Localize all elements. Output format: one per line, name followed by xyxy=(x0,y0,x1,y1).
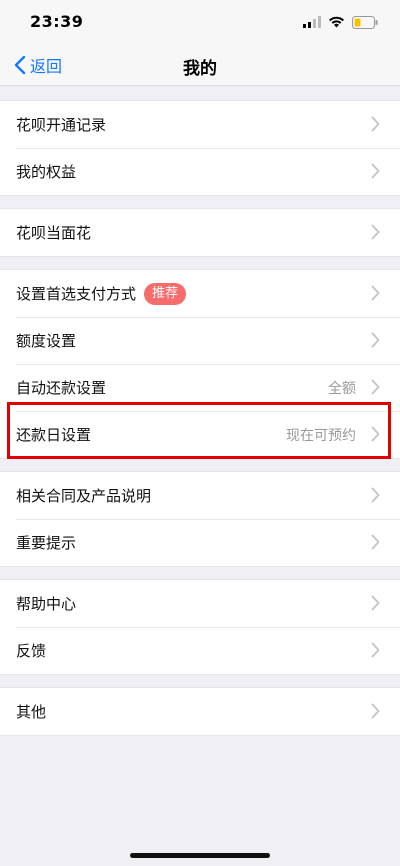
list-item-label: 重要提示 xyxy=(16,534,77,552)
chevron-right-icon xyxy=(371,379,380,395)
list-item-label: 设置首选支付方式 xyxy=(16,285,137,303)
settings-group: 相关合同及产品说明 重要提示 xyxy=(0,471,400,567)
recommend-badge: 推荐 xyxy=(144,282,187,305)
list-item-label: 相关合同及产品说明 xyxy=(16,487,152,505)
page-title: 我的 xyxy=(183,59,217,79)
chevron-right-icon xyxy=(371,426,380,442)
chevron-right-icon xyxy=(371,534,380,550)
chevron-right-icon xyxy=(371,285,380,301)
navigation-bar: 返回 我的 xyxy=(0,44,400,86)
settings-list: 花呗开通记录 我的权益 花呗当面花 设置首选支付方式 推荐 额度设置 自动还款设… xyxy=(0,100,400,748)
wifi-icon xyxy=(329,16,344,28)
list-item-auto-repay[interactable]: 自动还款设置 全额 xyxy=(0,364,400,411)
list-item-label: 我的权益 xyxy=(16,163,77,181)
status-time: 23:39 xyxy=(30,12,84,31)
chevron-right-icon xyxy=(371,163,380,179)
chevron-right-icon xyxy=(371,332,380,348)
list-item-preferred-payment[interactable]: 设置首选支付方式 推荐 xyxy=(0,270,400,317)
status-bar: 23:39 xyxy=(0,0,400,44)
list-item-contracts[interactable]: 相关合同及产品说明 xyxy=(0,472,400,519)
list-item-label: 自动还款设置 xyxy=(16,379,107,397)
list-item-other[interactable]: 其他 xyxy=(0,688,400,735)
list-item-label: 其他 xyxy=(16,703,47,721)
settings-group: 设置首选支付方式 推荐 额度设置 自动还款设置 全额 还款日设置 现在可预约 xyxy=(0,269,400,459)
list-item-value: 全额 xyxy=(328,380,356,397)
chevron-right-icon xyxy=(371,116,380,132)
settings-group: 花呗开通记录 我的权益 xyxy=(0,100,400,196)
list-item-label: 还款日设置 xyxy=(16,426,92,444)
list-item-label: 花呗开通记录 xyxy=(16,116,107,134)
cellular-signal-icon xyxy=(303,16,321,28)
list-item-my-benefits[interactable]: 我的权益 xyxy=(0,148,400,195)
chevron-right-icon xyxy=(371,642,380,658)
settings-group: 帮助中心 反馈 xyxy=(0,579,400,675)
chevron-right-icon xyxy=(371,487,380,503)
status-icons xyxy=(303,14,378,30)
settings-group: 花呗当面花 xyxy=(0,208,400,257)
list-item-huabei-open-record[interactable]: 花呗开通记录 xyxy=(0,101,400,148)
settings-group: 其他 xyxy=(0,687,400,736)
chevron-right-icon xyxy=(371,703,380,719)
list-item-repay-date[interactable]: 还款日设置 现在可预约 xyxy=(0,411,400,458)
list-item-label: 反馈 xyxy=(16,642,47,660)
list-item-help-center[interactable]: 帮助中心 xyxy=(0,580,400,627)
list-item-label: 帮助中心 xyxy=(16,595,77,613)
list-item-label: 额度设置 xyxy=(16,332,77,350)
chevron-right-icon xyxy=(371,595,380,611)
list-item-value: 现在可预约 xyxy=(286,427,356,444)
list-item-feedback[interactable]: 反馈 xyxy=(0,627,400,674)
list-item-huabei-face-to-face[interactable]: 花呗当面花 xyxy=(0,209,400,256)
list-item-important-notice[interactable]: 重要提示 xyxy=(0,519,400,566)
battery-icon xyxy=(352,15,378,29)
home-indicator xyxy=(130,853,270,858)
chevron-right-icon xyxy=(371,224,380,240)
list-item-label: 花呗当面花 xyxy=(16,224,92,242)
list-item-credit-limit[interactable]: 额度设置 xyxy=(0,317,400,364)
